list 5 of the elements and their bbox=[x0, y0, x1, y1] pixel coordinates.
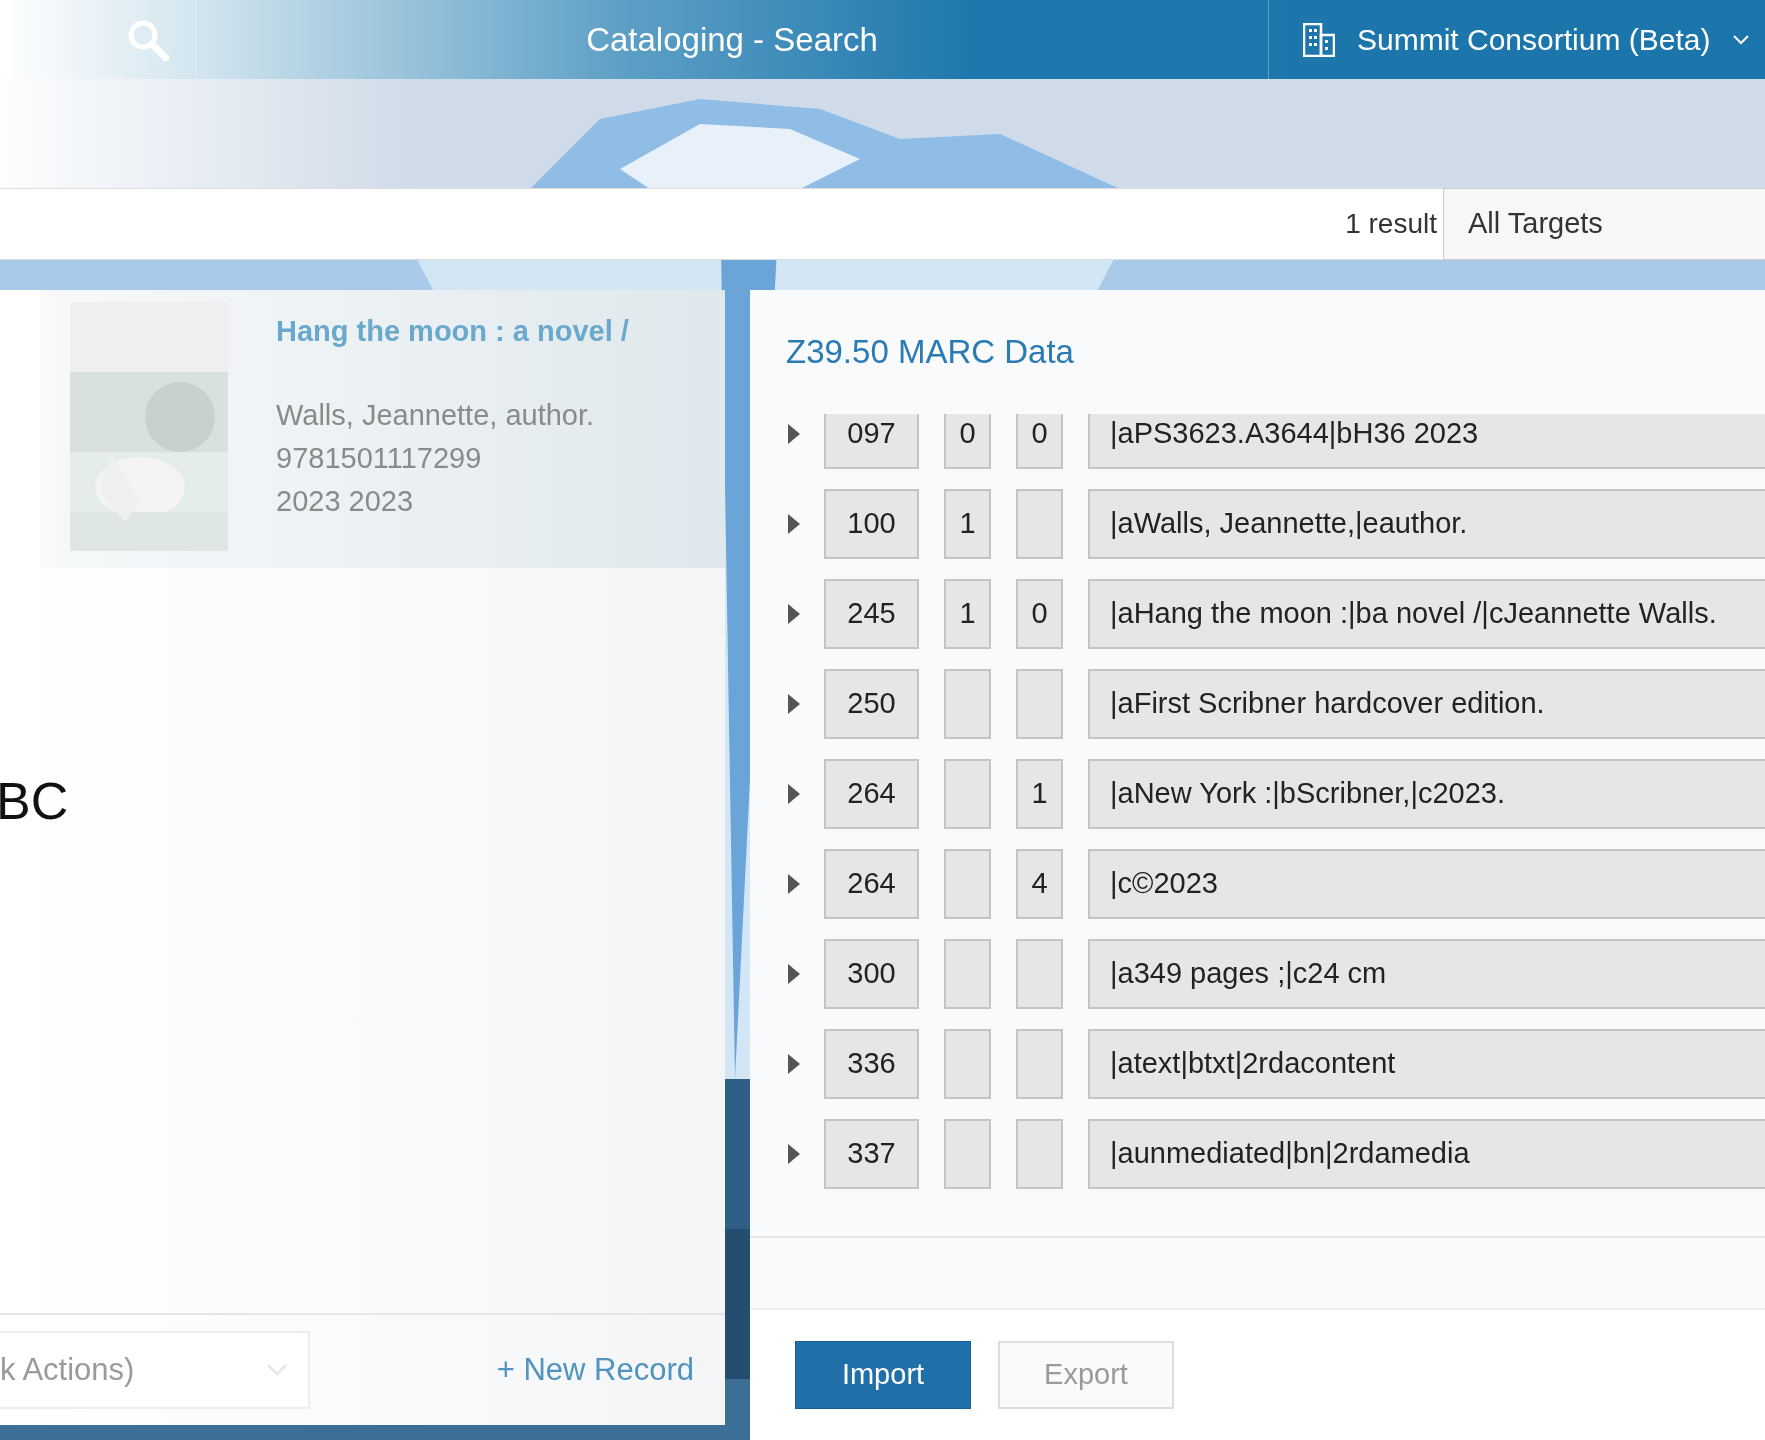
page-title: Cataloging - Search bbox=[586, 19, 878, 60]
search-icon[interactable] bbox=[127, 18, 169, 61]
library-selector[interactable]: Summit Consortium (Beta) bbox=[1357, 17, 1711, 62]
building-icon bbox=[1303, 22, 1335, 57]
chevron-down-icon[interactable] bbox=[1732, 33, 1751, 46]
